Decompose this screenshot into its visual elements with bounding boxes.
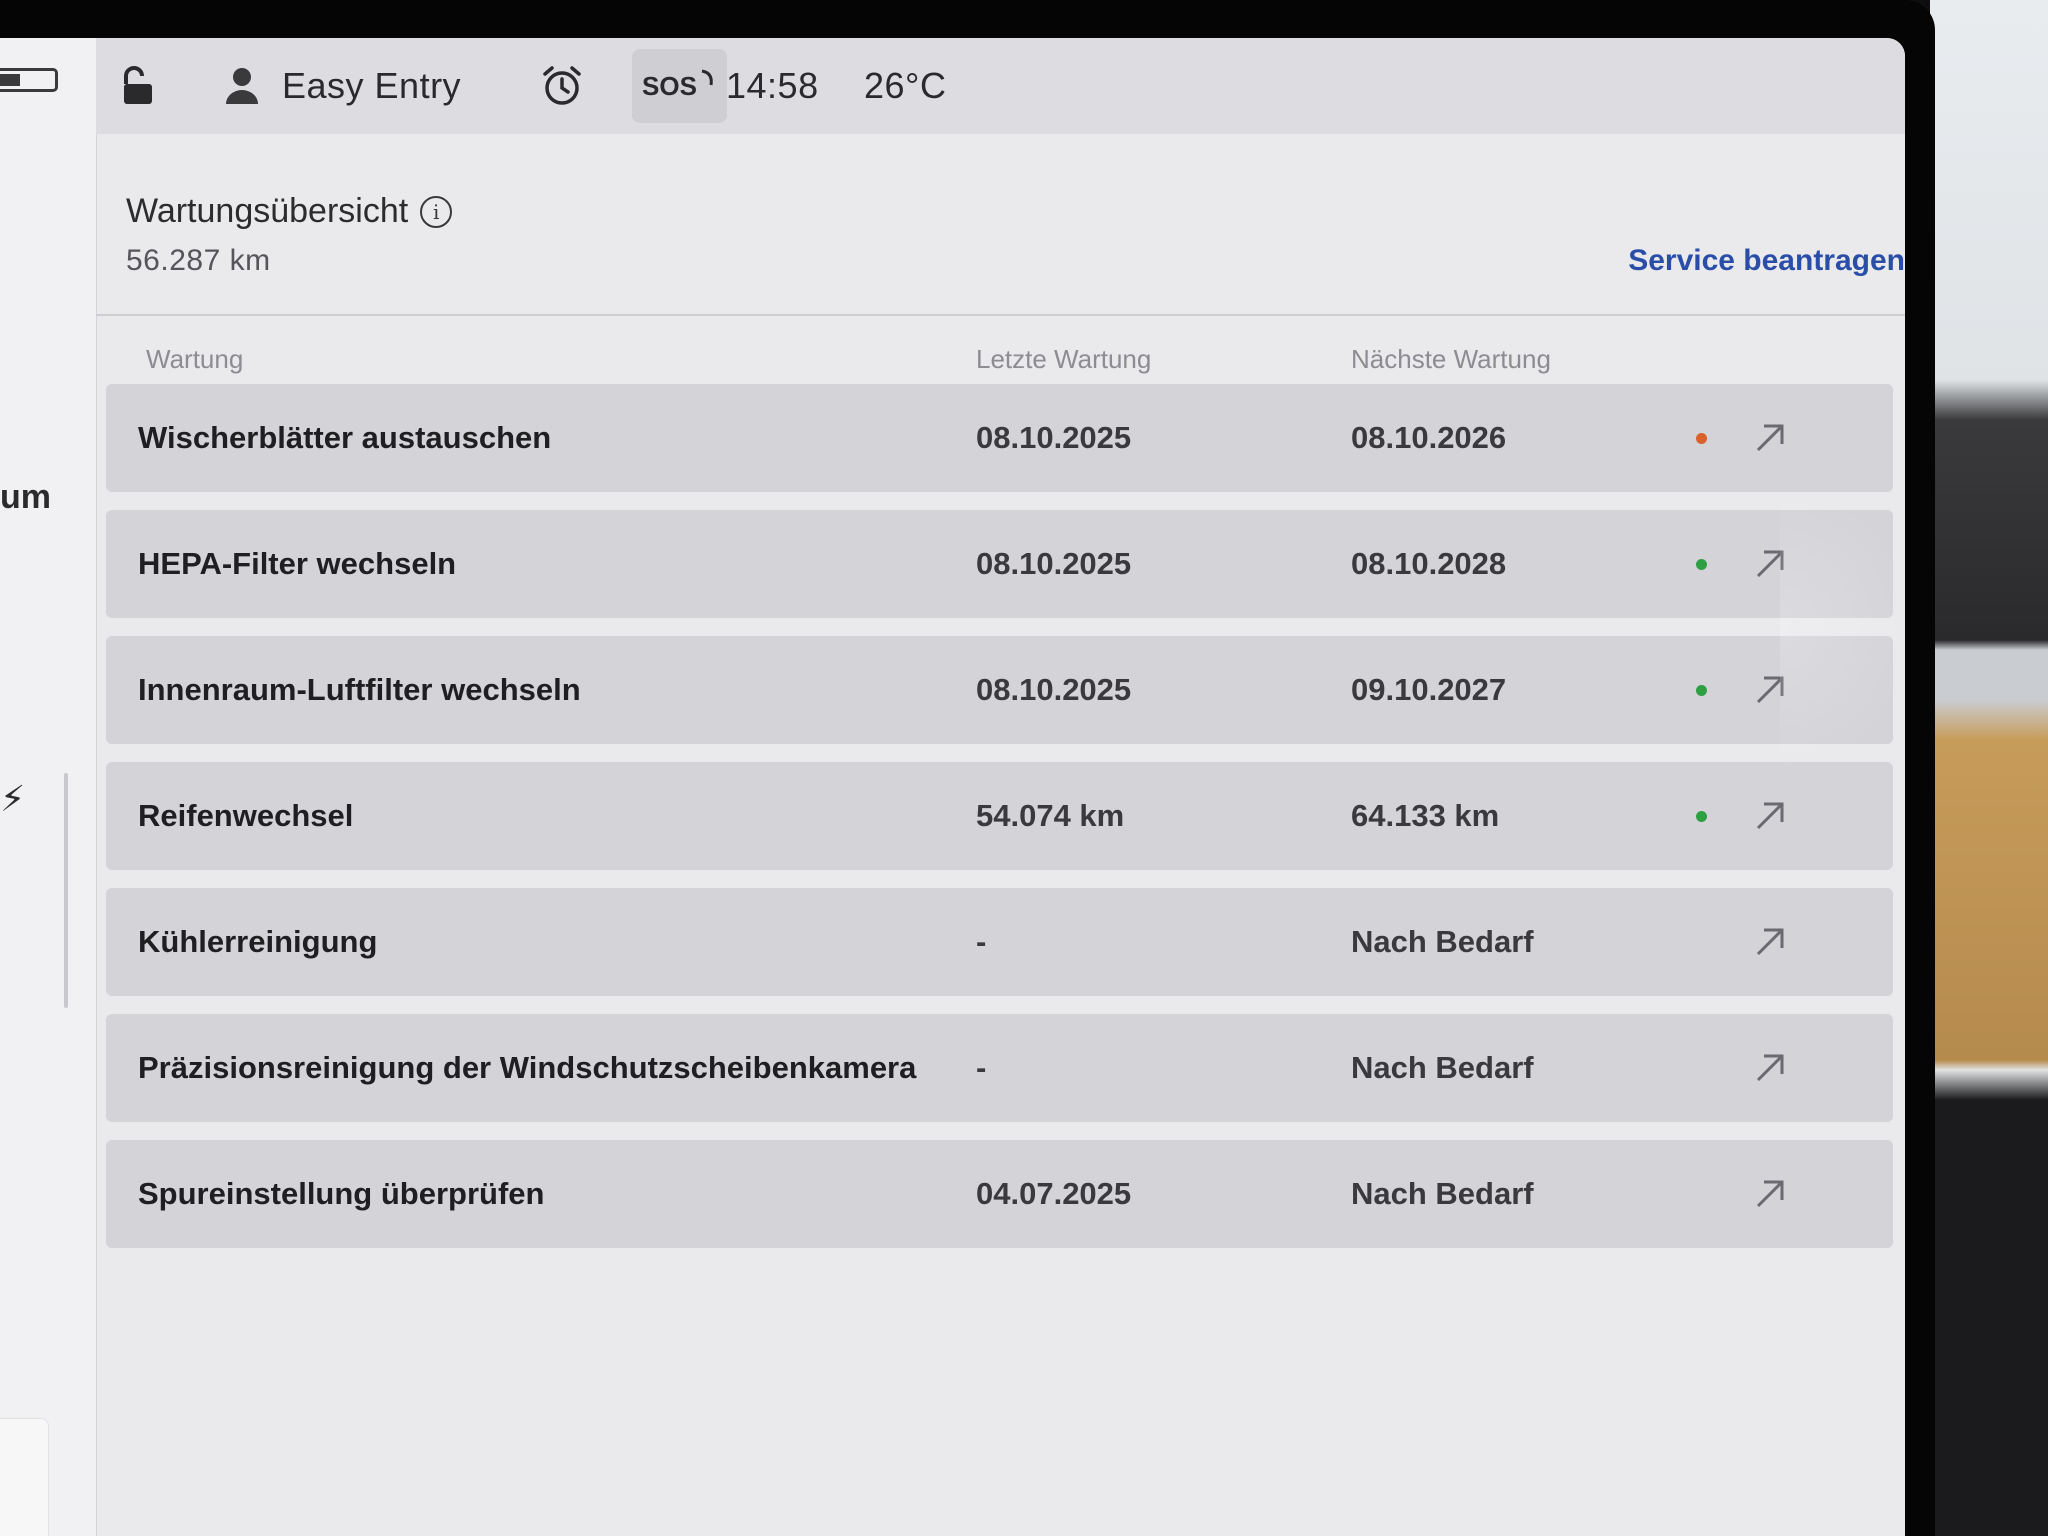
- row-last-service: 54.074 km: [976, 798, 1125, 833]
- driver-profile-button[interactable]: Easy Entry: [224, 38, 461, 134]
- row-last-service: 08.10.2025: [976, 546, 1132, 581]
- profile-name: Easy Entry: [282, 65, 462, 106]
- background-window: [1930, 0, 2048, 1536]
- person-icon: [226, 68, 258, 104]
- column-header-maintenance: Wartung: [146, 344, 244, 374]
- left-sidebar-partial: um ⚡: [0, 38, 97, 1536]
- maintenance-header: Wartungsübersicht i 56.287 km Service be…: [96, 134, 1905, 316]
- table-row[interactable]: Präzisionsreinigung der Windschutzscheib…: [106, 1014, 1893, 1122]
- row-next-service: Nach Bedarf: [1351, 1050, 1534, 1085]
- status-dot-ok: [1696, 811, 1707, 822]
- clock-time: 14:58: [726, 65, 819, 106]
- sos-label: SOS: [642, 70, 697, 101]
- info-icon[interactable]: i: [420, 195, 453, 228]
- table-row[interactable]: Kühlerreinigung - Nach Bedarf: [106, 888, 1893, 996]
- request-service-link[interactable]: Service beantragen: [1628, 244, 1905, 278]
- car-display: um ⚡ Easy Entry SOS 14:58 26°C Wartungsü…: [0, 38, 1905, 1536]
- row-next-service: 64.133 km: [1351, 798, 1500, 833]
- row-next-service: 08.10.2026: [1351, 420, 1507, 455]
- alarm-clock-icon: [543, 66, 581, 105]
- column-header-next: Nächste Wartung: [1351, 344, 1551, 374]
- unlock-icon: [124, 66, 152, 104]
- sidebar-label-fragment[interactable]: um: [0, 478, 51, 517]
- row-name: HEPA-Filter wechseln: [138, 546, 457, 581]
- outside-temperature: 26°C: [864, 65, 947, 106]
- arrow-up-right-icon[interactable]: [1746, 790, 1796, 840]
- table-row[interactable]: Innenraum-Luftfilter wechseln 08.10.2025…: [106, 636, 1893, 744]
- arrow-up-right-icon[interactable]: [1746, 1168, 1796, 1218]
- page-title: Wartungsübersicht: [126, 192, 409, 230]
- lock-button[interactable]: [116, 38, 156, 134]
- row-name: Kühlerreinigung: [138, 924, 378, 959]
- row-last-service: -: [976, 1050, 987, 1085]
- alarm-button[interactable]: [540, 38, 584, 134]
- arrow-up-right-icon[interactable]: [1746, 916, 1796, 966]
- table-row[interactable]: Wischerblätter austauschen 08.10.2025 08…: [106, 384, 1893, 492]
- sidebar-scrollbar[interactable]: [64, 773, 68, 1008]
- status-bar: Easy Entry SOS 14:58 26°C: [96, 38, 1905, 134]
- row-name: Wischerblätter austauschen: [138, 420, 552, 455]
- status-dot-ok: [1696, 685, 1707, 696]
- odometer-reading: 56.287 km: [126, 244, 271, 277]
- row-last-service: 08.10.2025: [976, 672, 1132, 707]
- battery-icon: [0, 68, 58, 92]
- table-header: Wartung Letzte Wartung Nächste Wartung: [96, 316, 1905, 384]
- maintenance-panel: Wartungsübersicht i 56.287 km Service be…: [96, 134, 1905, 1266]
- sos-call-icon: [701, 69, 713, 86]
- row-last-service: -: [976, 924, 987, 959]
- status-dot-ok: [1696, 559, 1707, 570]
- title-row: Wartungsübersicht i: [126, 192, 453, 231]
- charging-bolt-icon: ⚡: [0, 778, 26, 819]
- row-last-service: 08.10.2025: [976, 420, 1132, 455]
- status-dot-due-soon: [1696, 433, 1707, 444]
- arrow-up-right-icon[interactable]: [1746, 412, 1796, 462]
- row-last-service: 04.07.2025: [976, 1176, 1132, 1211]
- table-row[interactable]: Reifenwechsel 54.074 km 64.133 km: [106, 762, 1893, 870]
- sos-button[interactable]: SOS: [632, 49, 727, 123]
- column-header-last: Letzte Wartung: [976, 344, 1152, 374]
- row-name: Reifenwechsel: [138, 798, 354, 833]
- arrow-up-right-icon[interactable]: [1746, 664, 1796, 714]
- sidebar-card-partial[interactable]: [0, 1418, 49, 1536]
- row-name: Innenraum-Luftfilter wechseln: [138, 672, 581, 707]
- arrow-up-right-icon[interactable]: [1746, 1042, 1796, 1092]
- row-next-service: 09.10.2027: [1351, 672, 1507, 707]
- maintenance-list: Wischerblätter austauschen 08.10.2025 08…: [96, 384, 1905, 1248]
- row-next-service: 08.10.2028: [1351, 546, 1507, 581]
- arrow-up-right-icon[interactable]: [1746, 538, 1796, 588]
- row-next-service: Nach Bedarf: [1351, 924, 1534, 959]
- row-next-service: Nach Bedarf: [1351, 1176, 1534, 1211]
- row-name: Spureinstellung überprüfen: [138, 1176, 545, 1211]
- row-name: Präzisionsreinigung der Windschutzscheib…: [138, 1050, 917, 1085]
- table-row[interactable]: Spureinstellung überprüfen 04.07.2025 Na…: [106, 1140, 1893, 1248]
- table-row[interactable]: HEPA-Filter wechseln 08.10.2025 08.10.20…: [106, 510, 1893, 618]
